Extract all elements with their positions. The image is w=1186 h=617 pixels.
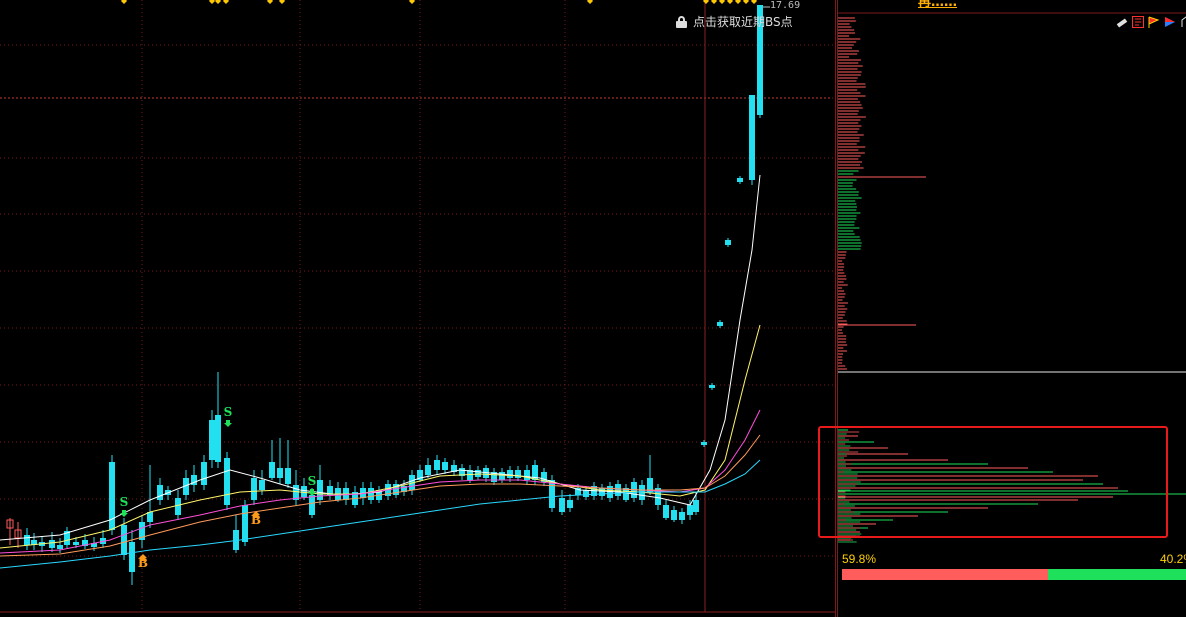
loss-ratio-label: 40.2% [1160, 552, 1186, 566]
candle-body [269, 462, 275, 478]
candle-body [583, 490, 589, 497]
bs-points-hint[interactable]: 点击获取近期BS点 [676, 13, 793, 30]
candle-body [309, 495, 315, 515]
candle-body [709, 385, 715, 388]
sell-signal: S [308, 474, 317, 488]
color-flag-icon[interactable] [1163, 15, 1176, 28]
candle-body [317, 480, 323, 500]
candle-body [434, 460, 440, 470]
candle-body [121, 525, 127, 555]
candle-body [717, 322, 723, 326]
candle-body [201, 462, 207, 485]
candle-body [725, 240, 731, 245]
candle-body [147, 512, 153, 522]
candle-body [285, 468, 291, 484]
candle-body [24, 535, 30, 545]
candle-body [549, 480, 555, 508]
candle-body [559, 498, 565, 512]
flag-icon[interactable] [1147, 15, 1160, 28]
bs-points-hint-text: 点击获取近期BS点 [693, 15, 793, 29]
candle-body [507, 470, 513, 478]
profit-ratio-label: 59.8% [842, 552, 877, 566]
candle-body [129, 542, 135, 572]
event-marker-icon [735, 0, 741, 4]
candle-body [524, 470, 530, 480]
candle-body [737, 178, 743, 182]
candle-body [251, 478, 257, 500]
candle-body [515, 470, 521, 478]
candle-body [749, 95, 755, 180]
sell-arrow-icon [308, 489, 316, 496]
candle-body [475, 470, 481, 477]
candle-body [157, 485, 163, 500]
candle-body [615, 484, 621, 496]
candle-body [567, 500, 573, 508]
candle-body [175, 498, 181, 515]
event-marker-icon [719, 0, 725, 4]
candle-body [679, 512, 685, 520]
sell-signal: S [224, 405, 233, 419]
event-marker-icon [215, 0, 221, 4]
loss-ratio-fill [1047, 569, 1186, 580]
event-marker-icon [743, 0, 749, 4]
candle-body [209, 420, 215, 460]
candle-body [425, 465, 431, 475]
candle-body [663, 505, 669, 518]
eraser-icon[interactable] [1115, 15, 1128, 28]
candle-body [215, 415, 221, 462]
candle-body [499, 472, 505, 480]
candle-body [701, 442, 707, 445]
candle-body [277, 468, 283, 478]
sell-arrow-icon [224, 420, 232, 427]
notes-icon[interactable] [1131, 15, 1144, 28]
event-marker-icon [267, 0, 273, 4]
profit-ratio-bar [842, 569, 1186, 580]
candle-body [687, 505, 693, 515]
candle-body [224, 458, 230, 505]
event-marker-icon [711, 0, 717, 4]
candle-body [73, 542, 79, 545]
event-marker-icon [409, 0, 415, 4]
top-price-label: 17.69 [770, 0, 801, 11]
lock-icon [676, 15, 687, 28]
banner-link[interactable]: 再…… [918, 0, 957, 10]
more-icon[interactable] [1179, 15, 1186, 28]
profit-ratio-fill [842, 569, 1048, 580]
sell-signal: S [120, 495, 129, 509]
event-marker-icon [587, 0, 593, 4]
event-marker-icon [223, 0, 229, 4]
event-marker-icon [751, 0, 757, 4]
event-marker-icon [279, 0, 285, 4]
chip-distribution-panel[interactable] [838, 0, 1186, 617]
candle-body [49, 540, 55, 548]
event-marker-icon [121, 0, 127, 4]
candle-body [599, 488, 605, 496]
candlestick-chart[interactable]: SSSBB [0, 0, 835, 617]
candle-body [57, 545, 63, 549]
candle-body [442, 462, 448, 470]
candle-body [242, 505, 248, 542]
candle-body [693, 500, 699, 512]
candle-body [259, 480, 265, 490]
event-marker-icon [727, 0, 733, 4]
candle-body [301, 486, 307, 497]
event-marker-icon [209, 0, 215, 4]
event-marker-icon [703, 0, 709, 4]
panel-toolbar [1115, 15, 1186, 28]
candle-body [368, 488, 374, 500]
candle-body [671, 510, 677, 520]
